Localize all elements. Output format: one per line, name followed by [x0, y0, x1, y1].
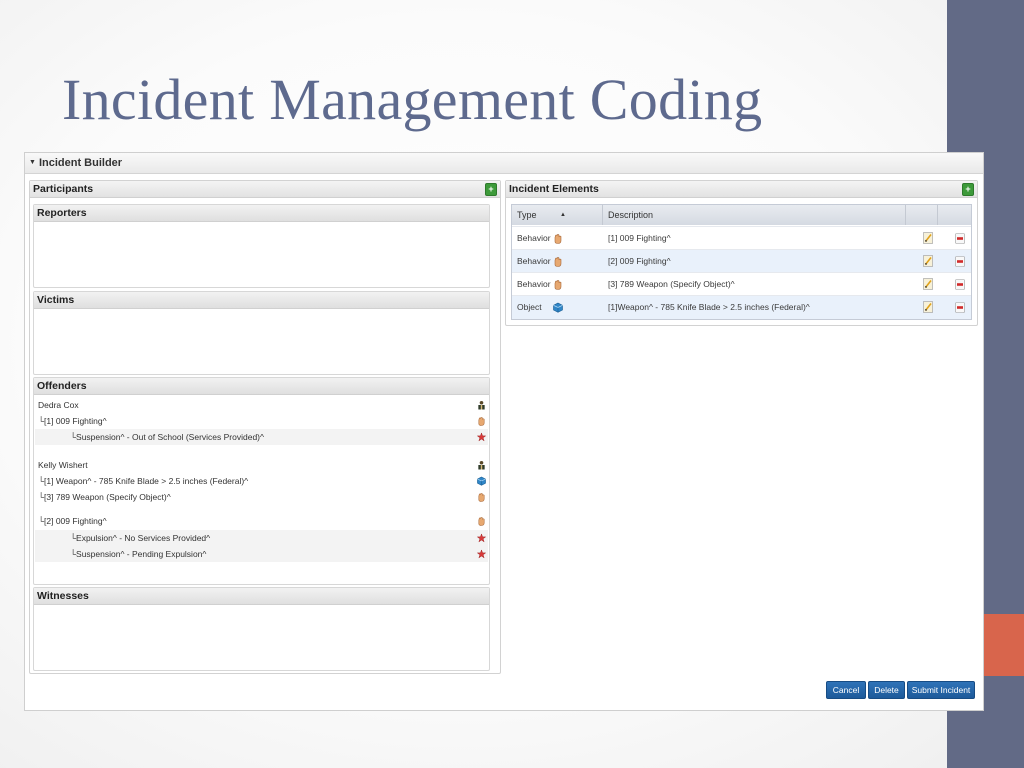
- offender-incident-text: └[1] Weapon^ - 785 Knife Blade > 2.5 inc…: [38, 476, 249, 486]
- offender-action-text: └Expulsion^ - No Services Provided^: [70, 533, 211, 543]
- row-description: [2] 009 Fighting^: [608, 256, 671, 266]
- table-row[interactable]: Behavior [3] 789 Weapon (Specify Object)…: [512, 272, 971, 296]
- reporters-section: Reporters: [33, 204, 490, 288]
- row-type: Object: [517, 302, 542, 312]
- offender-name: Dedra Cox: [38, 400, 79, 410]
- person-icon[interactable]: [477, 400, 486, 410]
- table-row[interactable]: Object [1]Weapon^ - 785 Knife Blade > 2.…: [512, 295, 971, 319]
- sort-asc-icon[interactable]: ▲: [560, 205, 566, 225]
- offender-incident-row[interactable]: └[3] 789 Weapon (Specify Object)^: [35, 489, 488, 505]
- cube-icon: [553, 302, 563, 313]
- slide-side-accent: [983, 614, 1024, 676]
- offender-action-row[interactable]: └Suspension^ - Pending Expulsion^: [35, 546, 488, 562]
- participants-header: Participants +: [30, 181, 500, 198]
- participants-title: Participants: [33, 183, 94, 195]
- star-icon[interactable]: [477, 533, 486, 543]
- table-row[interactable]: Behavior [1] 009 Fighting^: [512, 226, 971, 250]
- incident-builder-title: Incident Builder: [38, 157, 123, 169]
- table-row[interactable]: Behavior [2] 009 Fighting^: [512, 249, 971, 273]
- row-description: [1] 009 Fighting^: [608, 233, 671, 243]
- delete-icon[interactable]: [955, 233, 965, 244]
- reporters-header: Reporters: [34, 205, 489, 222]
- offender-incident-row[interactable]: └[2] 009 Fighting^: [35, 513, 488, 529]
- delete-icon[interactable]: [955, 256, 965, 267]
- row-description: [1]Weapon^ - 785 Knife Blade > 2.5 inche…: [608, 302, 810, 312]
- row-type: Behavior: [517, 233, 551, 243]
- victims-section: Victims: [33, 291, 490, 375]
- delete-icon[interactable]: [955, 302, 965, 313]
- delete-icon[interactable]: [955, 279, 965, 290]
- delete-button[interactable]: Delete: [868, 681, 905, 699]
- victims-header: Victims: [34, 292, 489, 309]
- collapse-arrow-icon[interactable]: ▼: [29, 153, 36, 173]
- edit-icon[interactable]: [923, 255, 933, 267]
- column-header-delete: [938, 205, 971, 225]
- person-icon[interactable]: [477, 460, 486, 470]
- incident-builder-header[interactable]: ▼ Incident Builder: [25, 153, 983, 174]
- hand-icon: [554, 234, 562, 244]
- star-icon[interactable]: [477, 549, 486, 559]
- hand-icon: [554, 257, 562, 267]
- offender-action-text: └Suspension^ - Out of School (Services P…: [70, 432, 265, 442]
- offenders-section: Offenders Dedra Cox └[1] 009 Fighting^ └…: [33, 377, 490, 585]
- column-type-label: Type: [517, 210, 537, 220]
- hand-icon: [554, 280, 562, 290]
- incident-elements-table: Type ▲ Description Behavior [1] 009 Figh…: [511, 204, 972, 320]
- edit-icon[interactable]: [923, 301, 933, 313]
- offender-incident-text: └[1] 009 Fighting^: [38, 416, 107, 426]
- hand-icon[interactable]: [477, 416, 486, 426]
- slide-title: Incident Management Coding: [62, 67, 763, 132]
- offender-row[interactable]: Kelly Wishert: [35, 457, 488, 473]
- offender-action-text: └Suspension^ - Pending Expulsion^: [70, 549, 207, 559]
- offender-action-row[interactable]: └Suspension^ - Out of School (Services P…: [35, 429, 488, 445]
- offender-name: Kelly Wishert: [38, 460, 88, 470]
- add-element-button[interactable]: +: [962, 183, 974, 196]
- participants-panel: Participants + Reporters Victims Offende…: [29, 180, 501, 674]
- star-icon[interactable]: [477, 432, 486, 442]
- row-description: [3] 789 Weapon (Specify Object)^: [608, 279, 735, 289]
- offender-incident-text: └[3] 789 Weapon (Specify Object)^: [38, 492, 171, 502]
- cube-icon[interactable]: [477, 476, 486, 486]
- column-description-label: Description: [608, 210, 654, 220]
- incident-elements-header: Incident Elements +: [506, 181, 977, 198]
- column-header-type[interactable]: Type ▲: [512, 205, 603, 225]
- column-header-description[interactable]: Description: [603, 205, 906, 225]
- row-type: Behavior: [517, 256, 551, 266]
- row-type: Behavior: [517, 279, 551, 289]
- incident-elements-title: Incident Elements: [509, 183, 599, 195]
- witnesses-section: Witnesses: [33, 587, 490, 671]
- offenders-header: Offenders: [34, 378, 489, 395]
- hand-icon[interactable]: [477, 516, 486, 526]
- offender-row[interactable]: Dedra Cox: [35, 397, 488, 413]
- column-header-edit: [906, 205, 938, 225]
- hand-icon[interactable]: [477, 492, 486, 502]
- incident-elements-panel: Incident Elements + Type ▲ Description B…: [505, 180, 978, 326]
- edit-icon[interactable]: [923, 232, 933, 244]
- edit-icon[interactable]: [923, 278, 933, 290]
- add-participant-button[interactable]: +: [485, 183, 497, 196]
- cancel-button[interactable]: Cancel: [826, 681, 866, 699]
- offender-incident-text: └[2] 009 Fighting^: [38, 516, 107, 526]
- offender-incident-row[interactable]: └[1] Weapon^ - 785 Knife Blade > 2.5 inc…: [35, 473, 488, 489]
- witnesses-header: Witnesses: [34, 588, 489, 605]
- submit-incident-button[interactable]: Submit Incident: [907, 681, 975, 699]
- offender-incident-row[interactable]: └[1] 009 Fighting^: [35, 413, 488, 429]
- incident-builder-screenshot: ▼ Incident Builder Participants + Reporte…: [24, 152, 984, 711]
- offender-action-row[interactable]: └Expulsion^ - No Services Provided^: [35, 530, 488, 546]
